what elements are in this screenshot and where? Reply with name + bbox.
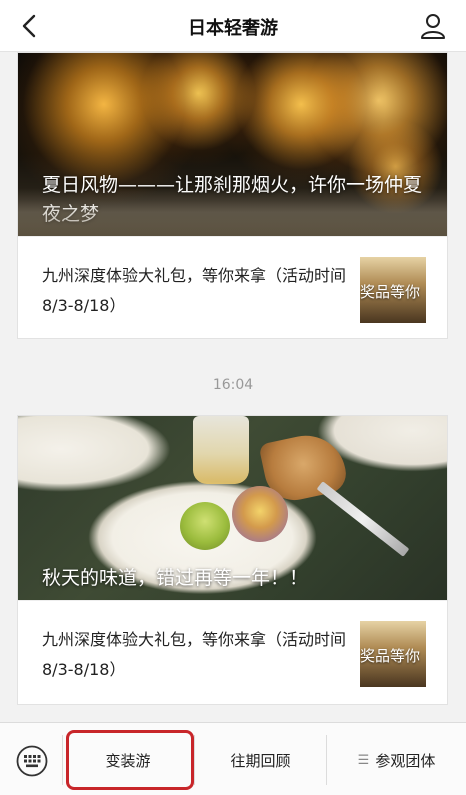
highlight-outline [66,730,194,790]
back-arrow-icon [22,14,36,38]
article-cover-image[interactable]: 秋天的味道，错过再等一年！！ [18,416,447,600]
bottom-menu-bar: 变装游 往期回顾 ☰ 参观团体 [0,722,466,795]
menu-list-icon: ☰ [357,752,370,768]
knife-decoration [316,481,410,557]
profile-button[interactable] [418,12,448,40]
back-button[interactable] [14,12,44,40]
sub-article-row[interactable]: 九州深度体验大礼包，等你来拿（活动时间8/3-8/18） 奖品等你 [18,600,447,704]
keyboard-icon [16,745,48,777]
menu-item-past-review[interactable]: 往期回顾 [195,735,326,785]
thumbnail-caption: 奖品等你 [360,283,421,301]
menu-item-label: 参观团体 [375,751,436,770]
sub-article-thumbnail[interactable]: 奖品等你 [360,257,426,323]
page-title: 日本轻奢游 [188,18,278,39]
article-cover-title[interactable]: 秋天的味道，错过再等一年！！ [42,564,427,593]
thumbnail-caption: 奖品等你 [360,647,421,665]
sub-article-row[interactable]: 九州深度体验大礼包，等你来拿（活动时间8/3-8/18） 奖品等你 [18,236,447,338]
message-timestamp: 16:04 [212,377,254,393]
person-icon [421,14,445,39]
tart-decoration [180,502,230,550]
article-card[interactable]: 夏日风物———让那刹那烟火，许你一场仲夏夜之梦 九州深度体验大礼包，等你来拿（活… [17,52,448,339]
top-nav-bar: 日本轻奢游 [0,0,466,52]
article-cover-title[interactable]: 夏日风物———让那刹那烟火，许你一场仲夏夜之梦 [42,171,427,229]
menu-item-visit-group[interactable]: ☰ 参观团体 [327,735,466,785]
sub-article-title[interactable]: 九州深度体验大礼包，等你来拿（活动时间8/3-8/18） [42,625,350,685]
article-card[interactable]: 秋天的味道，错过再等一年！！ 九州深度体验大礼包，等你来拿（活动时间8/3-8/… [17,415,448,705]
sub-article-title[interactable]: 九州深度体验大礼包，等你来拿（活动时间8/3-8/18） [42,261,350,321]
cake-decoration [232,486,288,542]
keyboard-toggle-button[interactable] [16,745,48,777]
menu-item-label: 往期回顾 [230,751,291,770]
sub-article-thumbnail[interactable]: 奖品等你 [360,621,426,687]
article-cover-image[interactable]: 夏日风物———让那刹那烟火，许你一场仲夏夜之梦 [18,53,447,236]
tea-cup-decoration [193,416,249,484]
